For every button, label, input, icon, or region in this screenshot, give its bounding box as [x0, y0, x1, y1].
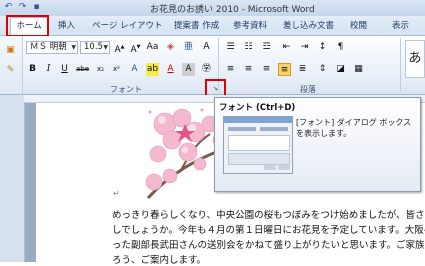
font-color-icon[interactable]: A: [164, 63, 177, 76]
styles-gallery[interactable]: あ: [405, 40, 425, 78]
numbering-icon[interactable]: ☷: [242, 41, 255, 54]
font-dialog-tooltip: フォント (Ctrl+D) [フォント] ダイアログ ボックスを表示します。: [214, 97, 421, 192]
change-case-icon[interactable]: Aa: [146, 41, 159, 54]
clear-format-icon[interactable]: ◈: [164, 41, 177, 54]
multilevel-list-icon[interactable]: ☲: [260, 41, 273, 54]
strikethrough-button[interactable]: abe: [76, 63, 89, 76]
subscript-button[interactable]: x₂: [94, 63, 107, 76]
tab-proposal[interactable]: 提案書 作成: [174, 19, 219, 31]
tab-references[interactable]: 参考資料: [233, 19, 267, 31]
distributed-icon[interactable]: ≣: [296, 63, 309, 76]
underline-button[interactable]: U: [58, 63, 71, 76]
char-border-icon[interactable]: Ａ: [200, 41, 213, 54]
chevron-down-icon: ▼: [103, 44, 108, 51]
enclose-char-icon[interactable]: ㊫: [200, 63, 213, 76]
text-effects-icon[interactable]: A: [128, 63, 141, 76]
align-right-icon[interactable]: ≡: [260, 63, 273, 76]
window-title: お花見のお誘い 2010 - Microsoft Word: [150, 5, 315, 15]
paragraph-mark: ↵: [113, 189, 120, 198]
justify-icon[interactable]: ≡: [278, 63, 291, 76]
ribbon-tabs: ホーム 挿入 ページ レイアウト 提案書 作成 参考資料 差し込み文書 校閲 表…: [0, 16, 425, 36]
chevron-down-icon: ▼: [71, 44, 76, 51]
highlight-home-tab: [6, 15, 49, 37]
tab-insert[interactable]: 挿入: [58, 19, 75, 31]
decrease-indent-icon[interactable]: ⇤: [280, 41, 293, 54]
borders-icon[interactable]: ▦: [352, 63, 365, 76]
paragraph-group-label: 段落: [300, 85, 316, 94]
font-name-select[interactable]: ＭＳ 明朝 ▼: [26, 41, 78, 54]
char-shading-icon[interactable]: A: [182, 63, 195, 76]
font-group-label: フォント: [110, 85, 142, 94]
title-bar: ↶ ↷ ▪ お花見のお誘い 2010 - Microsoft Word: [0, 0, 425, 17]
format-painter-icon[interactable]: ✎: [4, 64, 17, 77]
document-line: ろう、ご案内します。: [112, 255, 207, 266]
bullets-icon[interactable]: ☰: [224, 41, 237, 54]
tooltip-title: フォント (Ctrl+D): [219, 103, 296, 113]
highlight-color-icon[interactable]: ab: [146, 63, 159, 76]
increase-indent-icon[interactable]: ⇥: [298, 41, 311, 54]
clipboard-group: ▣ ✎: [0, 36, 23, 94]
align-center-icon[interactable]: ≡: [242, 63, 255, 76]
document-line: めっきり春らしくなり、中央公園の桜もつぼみをつけ始めましたが、皆さま: [112, 210, 425, 221]
paste-icon[interactable]: ▣: [4, 44, 17, 57]
tab-review[interactable]: 校閲: [350, 19, 367, 31]
phonetic-guide-icon[interactable]: 亜: [182, 41, 195, 54]
document-line: しでしょうか。今年も４月の第１日曜日にお花見を予定しています。大阪へ: [112, 225, 425, 236]
tab-page-layout[interactable]: ページ レイアウト: [92, 19, 163, 31]
shrink-font-icon[interactable]: A▼: [129, 41, 142, 55]
tab-view[interactable]: 表示: [392, 19, 409, 31]
font-size-select[interactable]: 10.5 ▼: [80, 41, 110, 54]
shading-icon[interactable]: ◪: [334, 63, 347, 76]
bold-button[interactable]: B: [26, 63, 39, 76]
document-line: った副部長武田さんの送別会をかねて盛り上がりたいと思います。ご家族の: [112, 240, 425, 251]
line-spacing-icon[interactable]: ⇕: [316, 63, 329, 76]
undo-icon[interactable]: ↶: [3, 2, 14, 13]
grow-font-icon[interactable]: A▲: [113, 41, 126, 55]
redo-icon[interactable]: ↷: [17, 2, 28, 13]
vertical-ruler: [0, 95, 25, 262]
italic-button[interactable]: I: [42, 63, 55, 76]
show-marks-icon[interactable]: ¶: [334, 41, 347, 54]
tab-mailings[interactable]: 差し込み文書: [283, 19, 334, 31]
tooltip-description: [フォント] ダイアログ ボックスを表示します。: [296, 118, 412, 138]
align-left-icon[interactable]: ≡: [224, 63, 237, 76]
font-dialog-thumbnail: [223, 116, 293, 174]
sort-icon[interactable]: ↕: [316, 41, 329, 54]
superscript-button[interactable]: x²: [110, 63, 123, 76]
save-icon[interactable]: ▪: [31, 2, 42, 13]
